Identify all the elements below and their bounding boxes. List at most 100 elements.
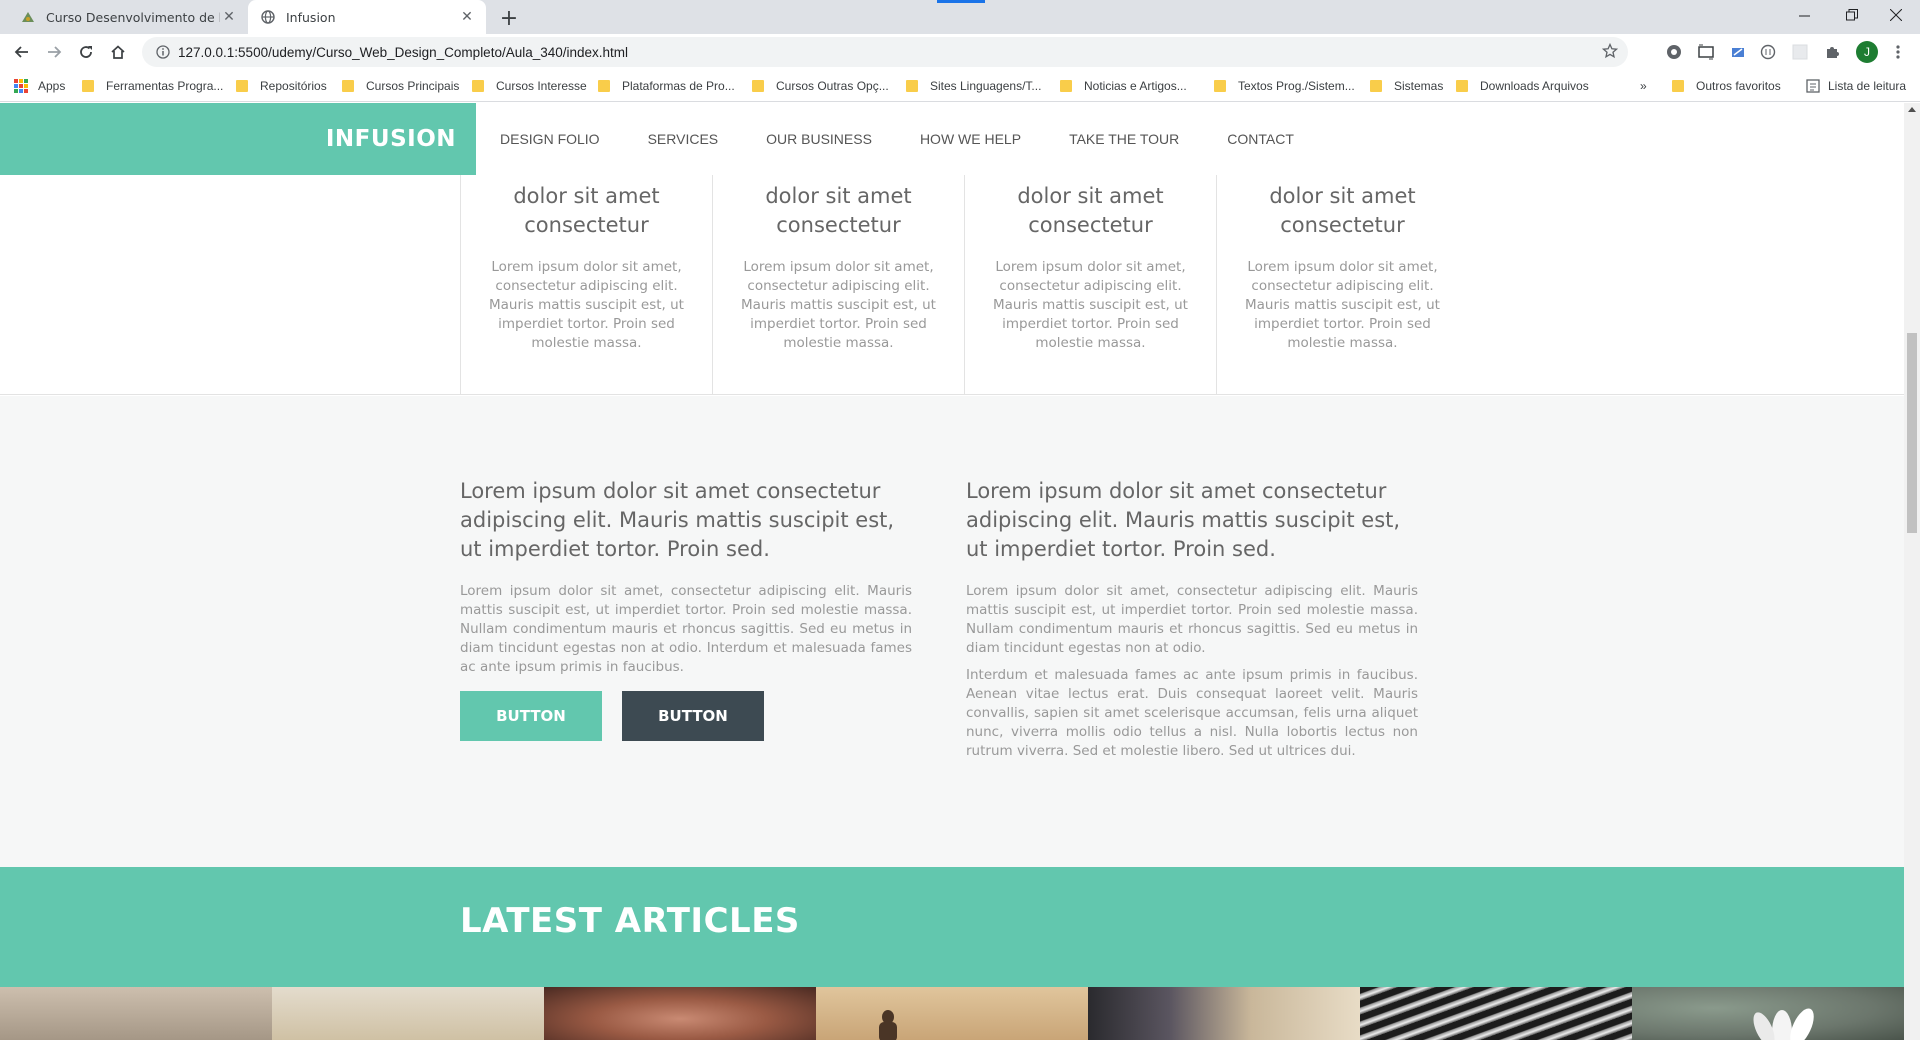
bookmark-star-icon[interactable]: [1601, 42, 1619, 63]
bookmark-folder[interactable]: Plataformas de Pro...: [598, 77, 735, 95]
site-header: INFUSION DESIGN FOLIO SERVICES OUR BUSIN…: [0, 103, 1904, 175]
extensions-puzzle-icon[interactable]: [1822, 42, 1842, 62]
about-section: Lorem ipsum dolor sit amet consectetur a…: [0, 396, 1904, 867]
article-thumbnail[interactable]: [544, 987, 816, 1040]
feature-text: Lorem ipsum dolor sit amet, consectetur …: [489, 259, 684, 351]
article-thumbnail[interactable]: [272, 987, 544, 1040]
reload-icon[interactable]: [72, 38, 100, 66]
url-text: 127.0.0.1:5500/udemy/Curso_Web_Design_Co…: [178, 44, 629, 60]
back-arrow-icon[interactable]: [8, 38, 36, 66]
tab-title: Curso Desenvolvimento de layou: [46, 9, 220, 25]
extension-circle-icon[interactable]: [1758, 42, 1778, 62]
primary-button[interactable]: BUTTON: [460, 691, 602, 741]
bookmark-folder[interactable]: Repositórios: [236, 77, 327, 95]
bookmark-label: Apps: [38, 79, 66, 93]
logo-block[interactable]: INFUSION: [0, 103, 476, 175]
folder-icon: [1214, 80, 1226, 92]
menu-how-we-help[interactable]: HOW WE HELP: [920, 131, 1021, 147]
profile-avatar[interactable]: J: [1856, 41, 1878, 63]
page-scrollbar[interactable]: [1904, 103, 1920, 1040]
article-thumbnail[interactable]: [1360, 987, 1632, 1040]
bookmark-apps[interactable]: Apps: [14, 77, 65, 95]
extension-edit-icon[interactable]: [1728, 42, 1748, 62]
button-group: BUTTON BUTTON: [460, 691, 912, 741]
folder-icon: [906, 80, 918, 92]
feature-card: dolor sit amet consectetur Lorem ipsum d…: [460, 175, 712, 395]
bookmark-folder[interactable]: Cursos Principais: [342, 77, 459, 95]
secondary-button[interactable]: BUTTON: [622, 691, 764, 741]
new-tab-plus-icon[interactable]: +: [496, 5, 522, 31]
menu-take-the-tour[interactable]: TAKE THE TOUR: [1069, 131, 1179, 147]
about-paragraph: Lorem ipsum dolor sit amet, consectetur …: [460, 583, 912, 675]
feature-card: dolor sit amet consectetur Lorem ipsum d…: [1216, 175, 1468, 395]
feature-card: dolor sit amet consectetur Lorem ipsum d…: [964, 175, 1216, 395]
reading-list[interactable]: Lista de leitura: [1806, 77, 1906, 95]
bookmark-label: Sites Linguagens/T...: [930, 79, 1042, 93]
bookmarks-bar: Apps Ferramentas Progra... Repositórios …: [0, 70, 1920, 102]
article-thumbnail[interactable]: [1088, 987, 1360, 1040]
home-icon[interactable]: [104, 38, 132, 66]
extension-globe-icon[interactable]: [1664, 42, 1684, 62]
bookmark-label: Repositórios: [260, 79, 327, 93]
folder-icon: [752, 80, 764, 92]
article-thumbnail[interactable]: [1632, 987, 1904, 1040]
menu-services[interactable]: SERVICES: [648, 131, 719, 147]
menu-contact[interactable]: CONTACT: [1227, 131, 1294, 147]
reading-list-label: Lista de leitura: [1828, 79, 1907, 93]
close-window-icon[interactable]: [1868, 0, 1920, 30]
bookmark-label: Noticias e Artigos...: [1084, 79, 1187, 93]
site-info-icon[interactable]: [148, 45, 178, 59]
bookmark-folder[interactable]: Cursos Outras Opç...: [752, 77, 889, 95]
bookmark-label: Cursos Outras Opç...: [776, 79, 889, 93]
bookmark-folder[interactable]: Sites Linguagens/T...: [906, 77, 1041, 95]
forward-arrow-icon[interactable]: [40, 38, 68, 66]
bookmarks-overflow-chevron-icon[interactable]: »: [1640, 77, 1647, 95]
bookmark-folder[interactable]: Downloads Arquivos: [1456, 77, 1589, 95]
address-bar[interactable]: 127.0.0.1:5500/udemy/Curso_Web_Design_Co…: [142, 37, 1628, 67]
bookmark-other-favorites[interactable]: Outros favoritos: [1672, 77, 1781, 95]
scroll-up-arrow-icon[interactable]: [1908, 107, 1916, 112]
close-tab-icon[interactable]: ✕: [220, 8, 238, 26]
tab-infusion[interactable]: Infusion ✕: [248, 0, 486, 34]
section-title: LATEST ARTICLES: [460, 901, 800, 941]
feature-title: dolor sit amet consectetur: [1017, 184, 1164, 237]
bookmark-folder[interactable]: Noticias e Artigos...: [1060, 77, 1187, 95]
bookmark-folder[interactable]: Ferramentas Progra...: [82, 77, 223, 95]
bookmark-label: Plataformas de Pro...: [622, 79, 735, 93]
feature-title: dolor sit amet consectetur: [513, 184, 660, 237]
about-paragraph: Lorem ipsum dolor sit amet, consectetur …: [966, 583, 1418, 656]
bookmark-label: Ferramentas Progra...: [106, 79, 224, 93]
scrollbar-thumb[interactable]: [1907, 333, 1917, 533]
article-thumbnail[interactable]: [0, 987, 272, 1040]
silhouette-figure-icon: [879, 1010, 897, 1040]
feature-title: dolor sit amet consectetur: [765, 184, 912, 237]
tab-strip: Curso Desenvolvimento de layou ✕ Infusio…: [0, 0, 1920, 34]
bookmark-folder[interactable]: Sistemas: [1370, 77, 1443, 95]
page-viewport: dolor sit amet consectetur Lorem ipsum d…: [0, 103, 1904, 1040]
extension-blank-icon[interactable]: [1790, 42, 1810, 62]
feature-card: dolor sit amet consectetur Lorem ipsum d…: [712, 175, 964, 395]
feature-text: Lorem ipsum dolor sit amet, consectetur …: [993, 259, 1188, 351]
tab-course[interactable]: Curso Desenvolvimento de layou ✕: [8, 0, 248, 34]
bookmark-label: Cursos Interesse: [496, 79, 587, 93]
articles-gallery: [0, 987, 1904, 1040]
close-tab-icon[interactable]: ✕: [458, 8, 476, 26]
feature-text: Lorem ipsum dolor sit amet, consectetur …: [741, 259, 936, 351]
browser-toolbar: 127.0.0.1:5500/udemy/Curso_Web_Design_Co…: [0, 34, 1920, 70]
bookmark-folder[interactable]: Textos Prog./Sistem...: [1214, 77, 1355, 95]
bookmark-folder[interactable]: Cursos Interesse: [472, 77, 587, 95]
site-logo: INFUSION: [325, 126, 456, 152]
bookmark-label: Outros favoritos: [1696, 79, 1781, 93]
folder-icon: [598, 80, 610, 92]
article-thumbnail[interactable]: [816, 987, 1088, 1040]
menu-kebab-icon[interactable]: [1888, 42, 1908, 62]
apps-grid-icon: [14, 79, 28, 93]
menu-our-business[interactable]: OUR BUSINESS: [766, 131, 872, 147]
bookmark-label: Sistemas: [1394, 79, 1444, 93]
screen-capture-icon[interactable]: [1696, 42, 1716, 62]
folder-icon: [1672, 80, 1684, 92]
menu-design-folio[interactable]: DESIGN FOLIO: [500, 131, 600, 147]
folder-icon: [342, 80, 354, 92]
globe-icon: [260, 9, 276, 25]
tab-strip-indicator: [937, 0, 985, 3]
